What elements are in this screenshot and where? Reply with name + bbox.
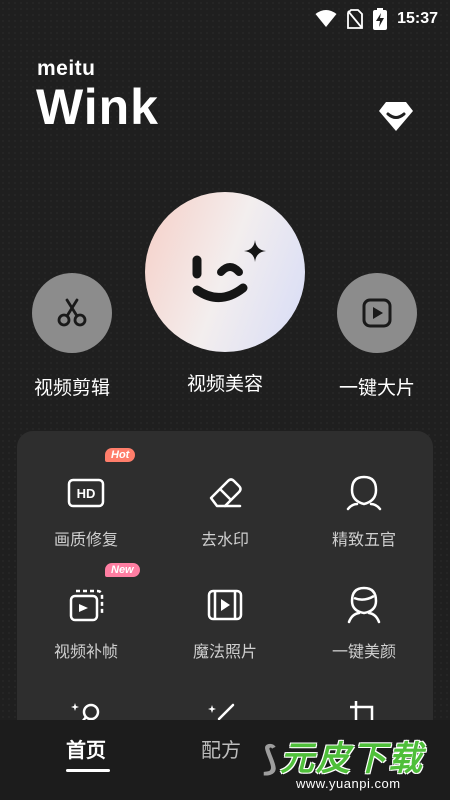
no-sim-icon <box>347 9 363 29</box>
tool-quality-repair[interactable]: HD 画质修复 <box>17 471 155 550</box>
film-play-icon <box>207 589 243 621</box>
nav-home-label: 首页 <box>66 740 106 762</box>
portrait-icon <box>347 586 381 624</box>
brush-icon <box>208 703 235 721</box>
brand-sub-logo: meitu <box>37 57 96 80</box>
status-time: 15:37 <box>397 10 438 27</box>
one-click-blockbuster-label: 一键大片 <box>338 378 415 399</box>
one-click-blockbuster-button[interactable]: 一键大片 <box>325 273 429 400</box>
tool-one-click-beauty[interactable]: 一键美颜 <box>295 583 433 662</box>
hot-badge: Hot <box>105 448 136 462</box>
status-bar: 15:37 <box>0 0 450 34</box>
one-click-blockbuster-circle <box>337 273 417 353</box>
tool-quality-repair-label: 画质修复 <box>53 532 118 549</box>
tool-refine-features[interactable]: 精致五官 <box>295 471 433 550</box>
watermark: ⟆ 元皮下载 www.yuanpi.com <box>262 727 446 797</box>
watermark-url: www.yuanpi.com <box>296 776 401 791</box>
video-beauty-circle <box>145 192 305 352</box>
tool-one-click-beauty-label: 一键美颜 <box>331 644 396 661</box>
eraser-icon <box>209 478 242 508</box>
video-edit-button[interactable]: 视频剪辑 <box>22 273 122 400</box>
tool-remove-watermark[interactable]: 去水印 <box>156 471 294 550</box>
scissors-icon <box>57 298 87 327</box>
face-outline-icon <box>346 475 382 511</box>
crop-icon <box>350 701 374 721</box>
new-badge: New <box>105 563 140 577</box>
tool-row3-2[interactable] <box>156 695 294 721</box>
tools-panel: HD 画质修复 Hot 去水印 精致五官 视频补帧 New 魔法照片 一键美颜 <box>17 431 433 721</box>
tool-row3-1[interactable] <box>17 695 155 721</box>
watermark-title: 元皮下载 <box>280 740 424 778</box>
tool-magic-photo-label: 魔法照片 <box>192 644 257 661</box>
video-edit-label: 视频剪辑 <box>33 378 110 399</box>
nav-formula[interactable]: 配方 <box>201 734 241 763</box>
video-beauty-button[interactable]: 视频美容 <box>143 192 307 396</box>
hd-icon: HD <box>67 478 105 508</box>
frames-icon <box>69 589 104 622</box>
tool-refine-features-label: 精致五官 <box>331 532 396 549</box>
nav-formula-label: 配方 <box>201 740 241 762</box>
magic-wand-icon <box>71 703 100 721</box>
nav-home-indicator <box>66 769 110 772</box>
wink-face-icon <box>192 240 266 302</box>
tool-row3-3[interactable] <box>295 695 433 721</box>
tool-frame-interpolation-label: 视频补帧 <box>53 644 118 661</box>
battery-charging-icon <box>373 8 388 30</box>
svg-text:HD: HD <box>77 486 96 501</box>
vip-diamond-icon[interactable] <box>378 100 414 132</box>
brand-logo: Wink <box>36 79 159 135</box>
tool-frame-interpolation[interactable]: 视频补帧 <box>17 583 155 662</box>
video-beauty-label: 视频美容 <box>186 374 263 395</box>
play-square-icon <box>362 298 392 328</box>
video-edit-circle <box>32 273 112 353</box>
tool-remove-watermark-label: 去水印 <box>200 532 249 549</box>
tool-magic-photo[interactable]: 魔法照片 <box>156 583 294 662</box>
wifi-icon <box>315 10 337 27</box>
nav-home[interactable]: 首页 <box>66 734 110 772</box>
